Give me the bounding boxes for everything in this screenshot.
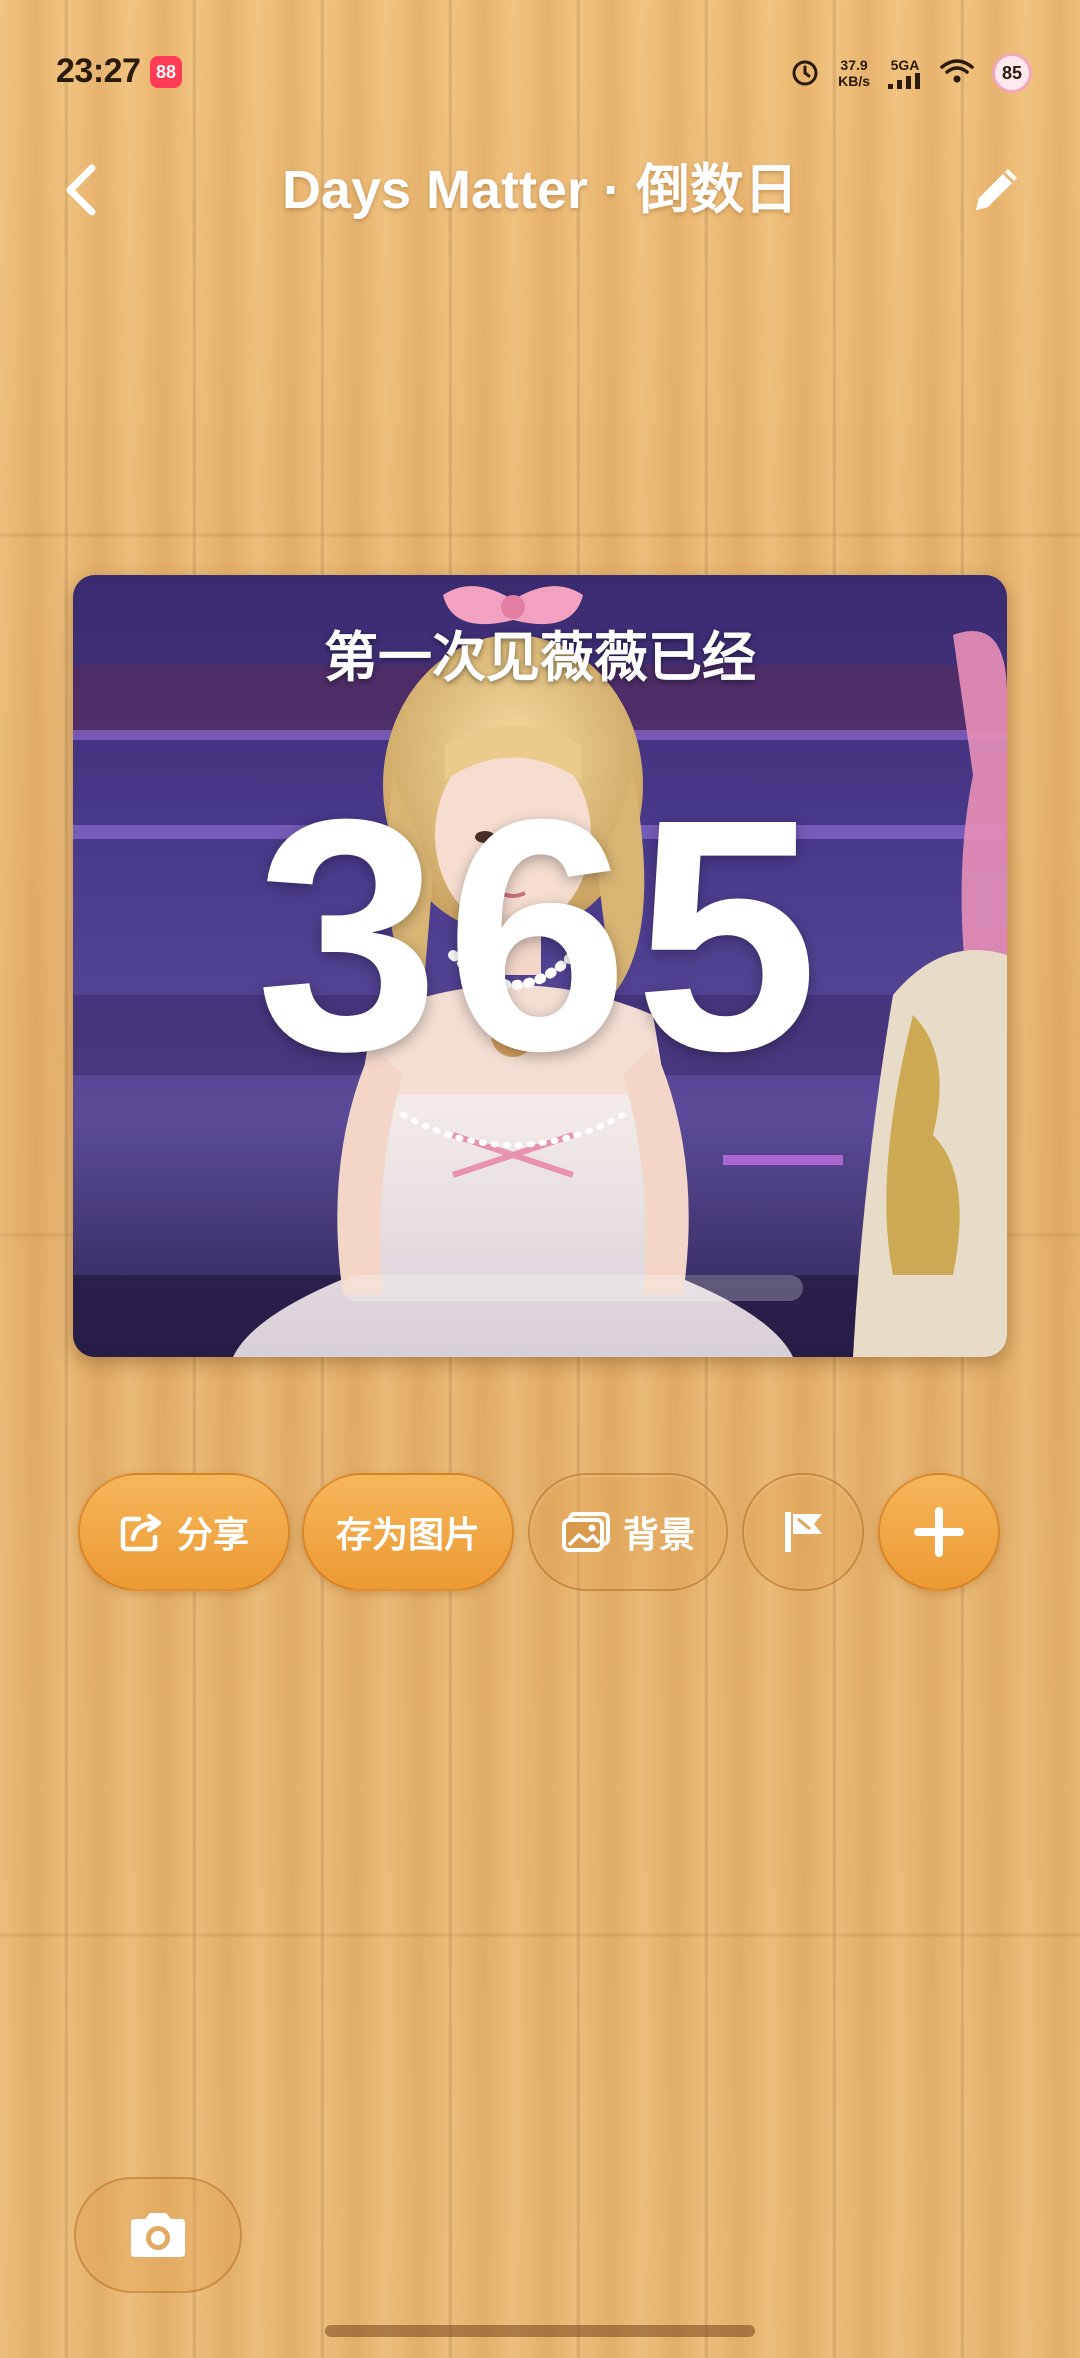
flag-icon: [785, 1512, 822, 1552]
action-bar: 分享 存为图片 背景: [0, 1473, 1080, 1593]
plus-icon: [914, 1507, 964, 1557]
save-image-button[interactable]: 存为图片: [302, 1473, 514, 1591]
status-bar: 23:27 88 37.9 KB/s 5GA 85: [0, 0, 1080, 140]
status-time: 23:27: [56, 52, 141, 90]
app-notification-icon: 88: [150, 56, 182, 88]
pencil-icon: [976, 169, 1017, 210]
share-button[interactable]: 分享: [78, 1473, 290, 1591]
camera-icon: [131, 2213, 185, 2257]
home-indicator[interactable]: [325, 2325, 755, 2337]
signal-bars-icon: [888, 73, 920, 89]
cellular-signal: 5GA: [888, 57, 922, 89]
network-speed-unit: KB/s: [838, 73, 870, 89]
share-icon: [120, 1513, 162, 1552]
save-image-label: 存为图片: [335, 1514, 480, 1555]
alarm-clock-icon: [790, 58, 820, 88]
wifi-icon: [940, 57, 974, 90]
network-speed: 37.9 KB/s: [838, 57, 870, 89]
edit-button[interactable]: [964, 158, 1028, 222]
days-count: 365: [255, 750, 825, 1119]
status-icons: 37.9 KB/s 5GA 85: [790, 50, 1032, 96]
background-label: 背景: [622, 1514, 695, 1555]
camera-button[interactable]: [74, 2177, 242, 2293]
event-title: 第一次见薇薇已经: [324, 628, 756, 688]
background-button[interactable]: 背景: [528, 1473, 728, 1591]
countdown-card[interactable]: 第一次见薇薇已经 365: [73, 575, 1007, 1357]
flag-button[interactable]: [742, 1473, 864, 1591]
image-icon: [561, 1512, 610, 1552]
network-speed-value: 37.9: [840, 57, 868, 73]
share-label: 分享: [176, 1514, 249, 1555]
page-title: Days Matter · 倒数日: [281, 160, 799, 220]
nav-header: Days Matter · 倒数日: [0, 140, 1080, 240]
battery-indicator: 85: [992, 53, 1032, 93]
add-button[interactable]: [878, 1473, 1000, 1591]
network-type: 5GA: [890, 57, 920, 73]
